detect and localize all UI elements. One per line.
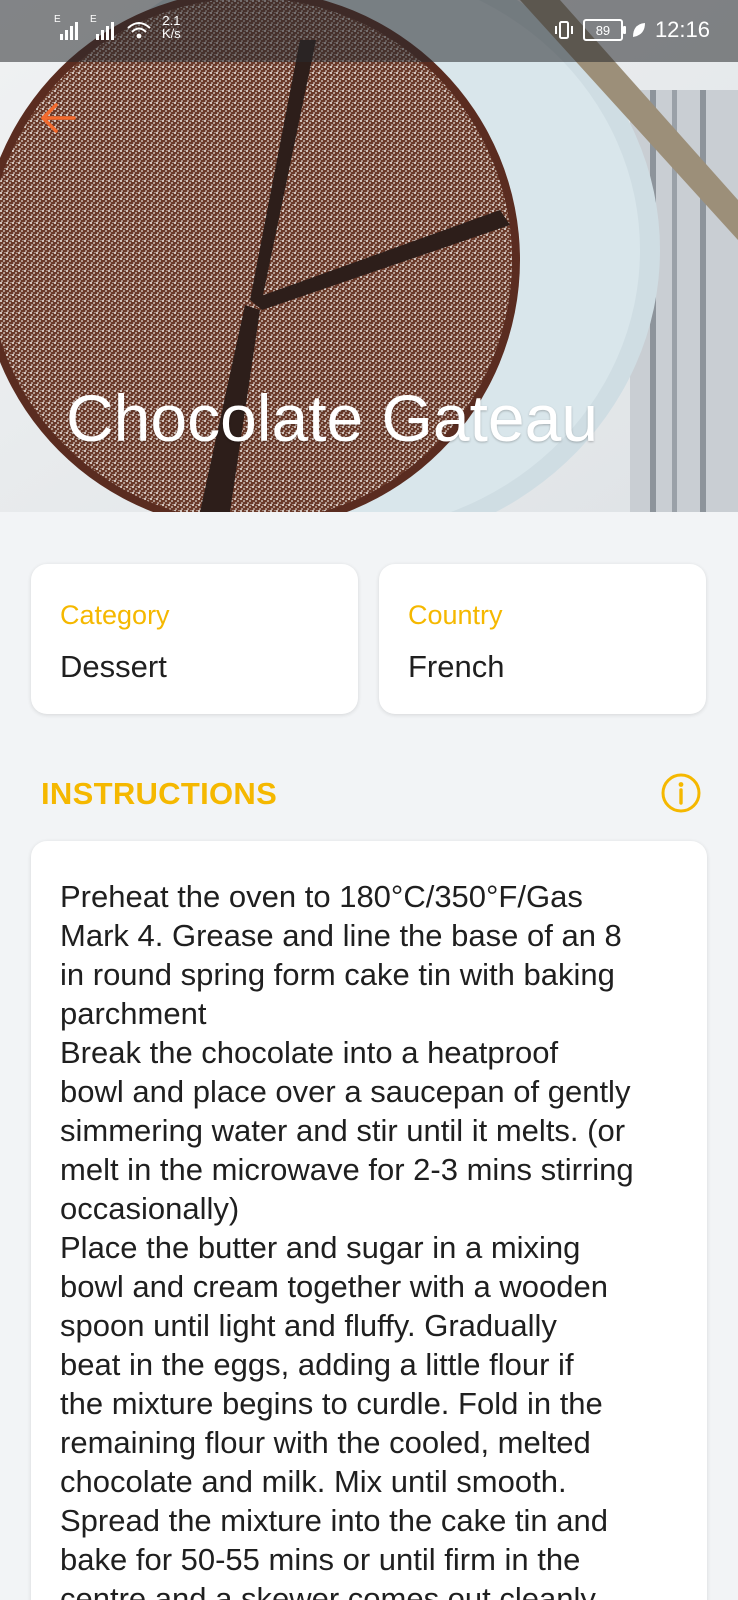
wifi-icon xyxy=(127,22,151,39)
country-value: French xyxy=(408,649,505,684)
network-speed: 2.1 K/s xyxy=(162,14,181,40)
category-value: Dessert xyxy=(60,649,167,684)
back-button[interactable] xyxy=(36,96,80,140)
recipe-detail-screen: E E 2.1 K/s 89 12:16 Chocolate Gateau Ca… xyxy=(0,0,738,1600)
signal-strength-icon: E xyxy=(54,14,80,40)
info-button[interactable] xyxy=(660,772,702,814)
country-card: Country French xyxy=(379,564,706,714)
network-speed-unit: K/s xyxy=(162,26,181,41)
battery-icon: 89 xyxy=(582,19,626,41)
status-bar: E E 2.1 K/s 89 12:16 xyxy=(0,0,738,62)
leaf-icon xyxy=(632,23,645,37)
category-label: Category xyxy=(60,600,170,630)
info-circle-icon xyxy=(661,773,701,813)
category-card: Category Dessert xyxy=(31,564,358,714)
status-right-group: 89 12:16 xyxy=(553,17,710,43)
clock: 12:16 xyxy=(654,17,710,42)
signal-strength-icon-2: E xyxy=(90,14,116,40)
instructions-heading: INSTRUCTIONS xyxy=(41,776,278,811)
status-left-group: E E 2.1 K/s xyxy=(54,14,181,40)
recipe-title: Chocolate Gateau xyxy=(66,381,599,455)
arrow-left-icon xyxy=(41,103,76,133)
country-label: Country xyxy=(408,600,503,630)
vibrate-icon xyxy=(554,21,573,39)
instructions-text: Preheat the oven to 180°C/350°F/Gas Mark… xyxy=(60,879,634,1600)
battery-level: 89 xyxy=(595,22,611,38)
instructions-card: Preheat the oven to 180°C/350°F/Gas Mark… xyxy=(31,841,707,1600)
recipe-hero-image: E E 2.1 K/s 89 12:16 Chocolate Gateau xyxy=(0,0,738,512)
